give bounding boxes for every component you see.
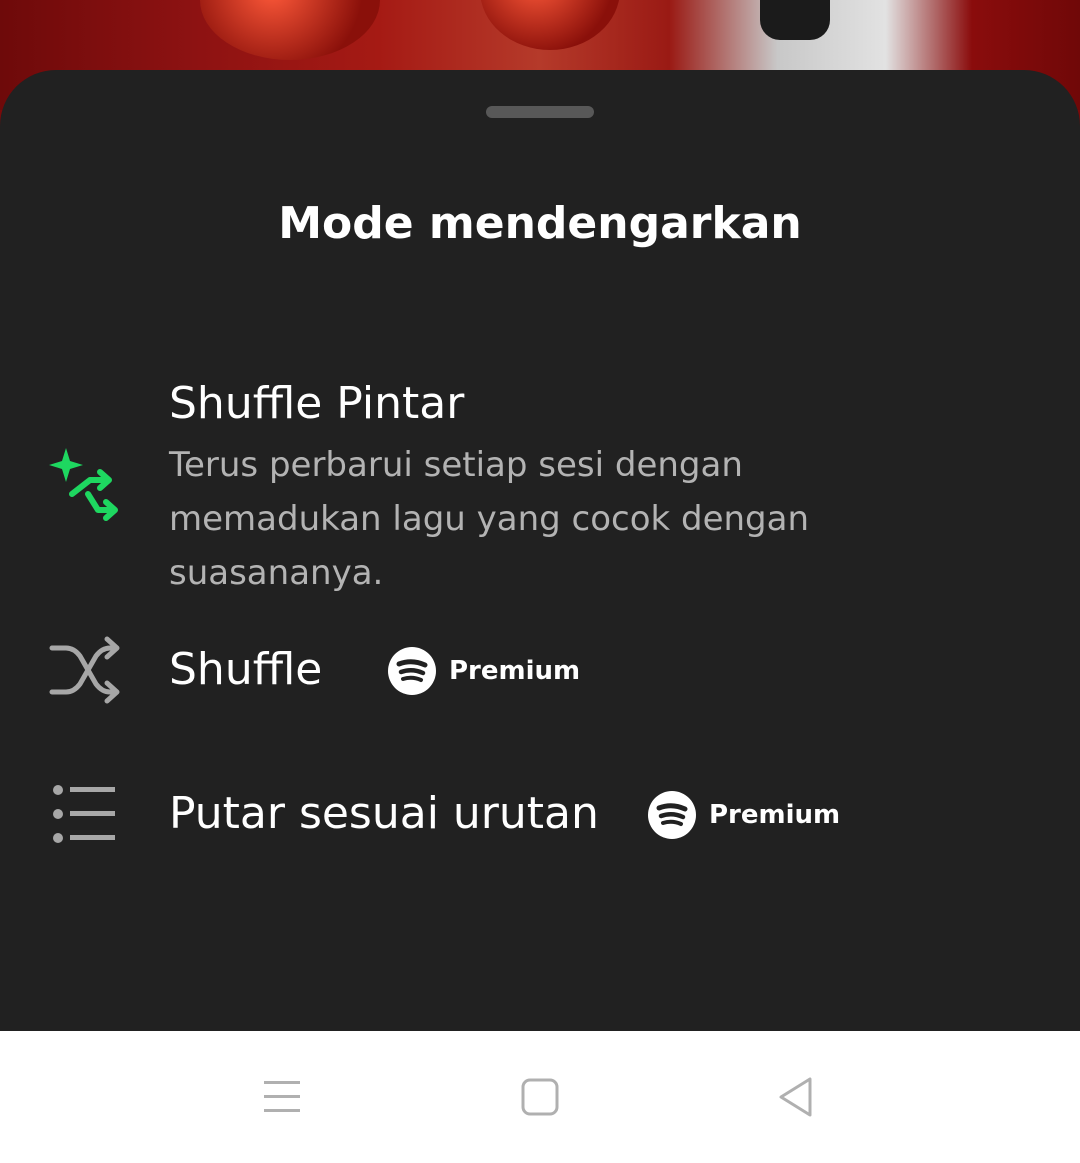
option-label: Putar sesuai urutan xyxy=(169,788,599,839)
option-description: Terus perbarui setiap sesi dengan memadu… xyxy=(169,445,810,593)
shuffle-icon xyxy=(44,630,124,710)
sheet-title: Mode mendengarkan xyxy=(278,198,802,249)
premium-badge: Premium xyxy=(648,790,840,840)
smart-shuffle-icon xyxy=(44,444,124,524)
premium-label: Premium xyxy=(449,656,581,686)
option-smart-shuffle[interactable]: Shuffle Pintar Terus perbarui setiap ses… xyxy=(0,370,1080,610)
spotify-logo-icon xyxy=(648,791,696,839)
drag-handle[interactable] xyxy=(486,106,594,118)
listening-mode-sheet: Mode mendengarkan Shuffle Pintar Terus p… xyxy=(0,70,1080,1031)
premium-badge: Premium xyxy=(388,646,580,696)
option-shuffle[interactable]: Shuffle Premium xyxy=(0,630,1080,712)
spotify-logo-icon xyxy=(388,647,436,695)
home-square-icon[interactable] xyxy=(508,1065,572,1129)
screen: Mode mendengarkan Shuffle Pintar Terus p… xyxy=(0,0,1080,1163)
list-icon xyxy=(44,776,124,856)
back-triangle-icon[interactable] xyxy=(764,1065,828,1129)
option-label: Shuffle Pintar xyxy=(169,378,465,429)
system-nav-bar xyxy=(0,1031,1080,1163)
menu-icon[interactable] xyxy=(250,1065,314,1129)
premium-label: Premium xyxy=(709,800,841,830)
option-play-in-order[interactable]: Putar sesuai urutan Premium xyxy=(0,776,1080,858)
option-label: Shuffle xyxy=(169,644,323,695)
